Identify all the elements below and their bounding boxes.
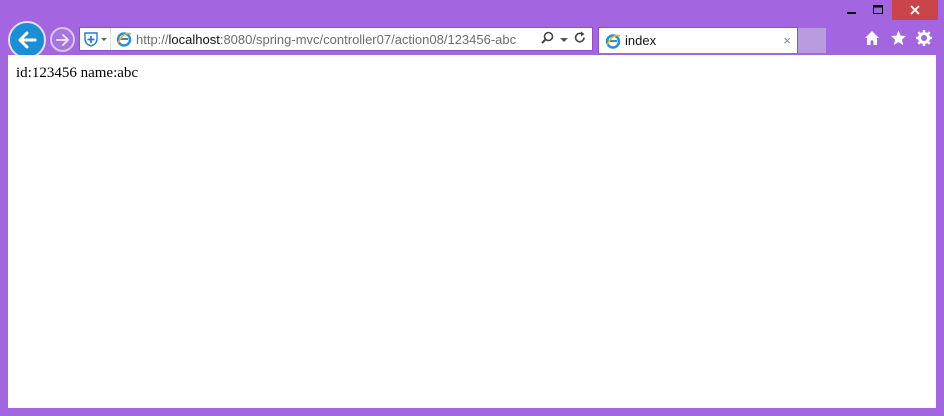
maximize-button[interactable] <box>865 0 892 20</box>
shield-icon <box>84 32 107 47</box>
star-icon <box>891 30 906 45</box>
minimize-button[interactable] <box>838 0 865 20</box>
url-path: :8080/spring-mvc/controller07/action08/1… <box>219 31 517 47</box>
search-icon <box>541 31 554 44</box>
chevron-down-icon <box>560 38 568 42</box>
tab-close-icon[interactable]: × <box>783 33 791 48</box>
refresh-icon <box>574 31 585 43</box>
page-content: id:123456 name:abc <box>8 55 936 408</box>
url-prefix: http:// <box>136 31 169 47</box>
home-button[interactable] <box>864 29 880 47</box>
window-caption-buttons <box>838 0 938 20</box>
address-bar[interactable]: http://localhost:8080/spring-mvc/control… <box>79 27 593 51</box>
favorites-button[interactable] <box>890 29 906 47</box>
search-button[interactable] <box>541 31 554 47</box>
dropdown-button[interactable] <box>560 32 568 46</box>
tab-index[interactable]: index × <box>598 27 798 53</box>
tab-title: index <box>625 33 657 48</box>
close-icon <box>910 5 920 15</box>
minimize-icon <box>846 12 856 14</box>
toolbar-icons <box>864 29 932 47</box>
ie-page-icon <box>605 33 621 49</box>
back-button[interactable] <box>8 21 46 59</box>
gear-icon <box>916 30 932 46</box>
arrow-right-icon <box>55 33 69 46</box>
url-text[interactable]: http://localhost:8080/spring-mvc/control… <box>136 32 541 47</box>
arrow-left-icon <box>18 31 37 49</box>
new-tab-button[interactable] <box>798 28 826 53</box>
maximize-icon <box>873 5 883 14</box>
home-icon <box>865 31 879 45</box>
ie-logo-icon <box>115 28 133 50</box>
page-text: id:123456 name:abc <box>16 65 139 81</box>
forward-button[interactable] <box>50 27 75 52</box>
browser-window: http://localhost:8080/spring-mvc/control… <box>0 0 944 416</box>
close-button[interactable] <box>892 0 938 20</box>
address-tools <box>541 31 592 47</box>
compat-view-button[interactable] <box>80 28 111 50</box>
url-host: localhost <box>168 31 220 47</box>
refresh-button[interactable] <box>574 31 586 47</box>
settings-button[interactable] <box>916 29 932 47</box>
